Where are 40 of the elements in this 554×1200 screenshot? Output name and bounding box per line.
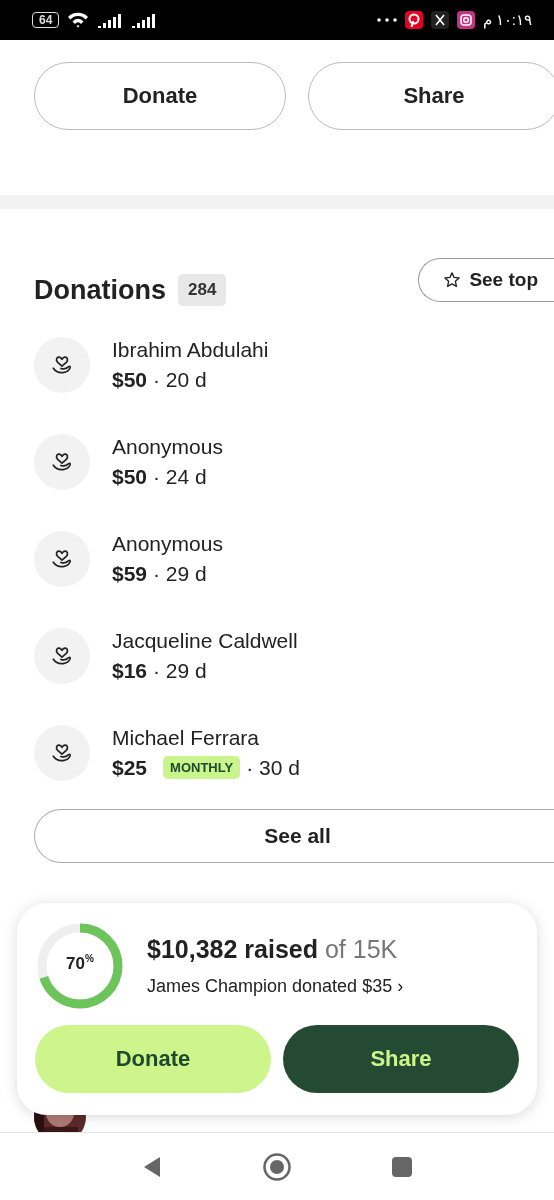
donation-amount: $16 [112, 658, 148, 683]
see-top-button[interactable]: See top [418, 258, 554, 302]
amount-raised: $10,382 raised of 15K [147, 935, 399, 964]
donation-age: · 20 d [153, 367, 207, 392]
back-icon[interactable] [142, 1155, 162, 1178]
recurring-tag: MONTHLY [163, 756, 241, 779]
donor-name: Ibrahim Abdulahi [112, 337, 269, 362]
share-button[interactable]: Share [283, 1025, 519, 1093]
more-icon [376, 18, 397, 22]
donor-name: Michael Ferrara [112, 725, 261, 750]
signal-icon [131, 12, 158, 28]
donor-name: Anonymous [112, 434, 223, 459]
x-app-icon [430, 11, 449, 29]
donation-amount: $50 [112, 367, 148, 392]
pin-app-icon [404, 11, 423, 29]
signal-icon [97, 12, 124, 28]
donation-amount: $59 [112, 561, 148, 586]
camera-app-icon [456, 11, 475, 29]
donate-button[interactable]: Donate [35, 1025, 271, 1093]
donation-age: · 30 d [246, 755, 300, 780]
donation-age: · 24 d [153, 464, 207, 489]
action-button[interactable]: Share [308, 62, 554, 130]
donation-age: · 29 d [153, 658, 207, 683]
see-all-button[interactable]: See all [34, 809, 554, 863]
donation-age: · 29 d [153, 561, 207, 586]
battery-level: 64 [32, 12, 60, 28]
donation-amount: $50 [112, 464, 148, 489]
wifi-icon [67, 12, 90, 28]
home-icon[interactable] [262, 1151, 292, 1182]
donor-name: Jacqueline Caldwell [112, 628, 298, 653]
donation-amount: $25 [112, 755, 148, 780]
action-button[interactable]: Donate [34, 62, 286, 130]
latest-donation-link[interactable]: James Champion donated $35 › [147, 976, 404, 997]
recents-icon[interactable] [392, 1156, 412, 1177]
donor-name: Anonymous [112, 531, 223, 556]
section-title: Donations [34, 274, 166, 306]
count-badge: 284 [178, 274, 227, 306]
clock: ١٠:١٩ م [482, 11, 532, 29]
percent-label: 70$^{%}$ [65, 953, 95, 974]
star-icon [443, 271, 462, 289]
